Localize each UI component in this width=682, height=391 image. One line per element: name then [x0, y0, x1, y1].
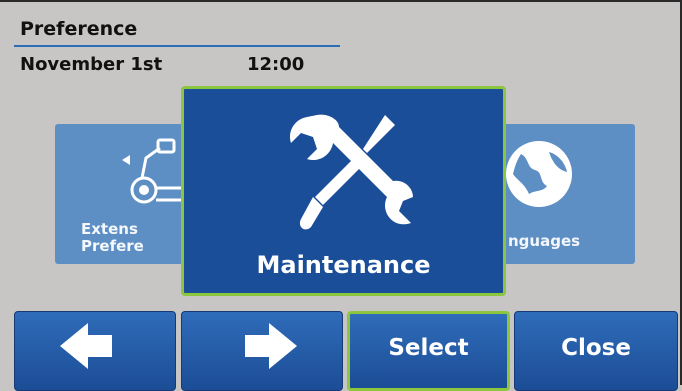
extension-preference-label: Extens Prefere	[81, 221, 144, 255]
arrow-right-icon	[245, 323, 297, 369]
date-label: November 1st	[20, 54, 163, 75]
maintenance-label: Maintenance	[256, 251, 431, 279]
time-label: 12:00	[247, 54, 305, 75]
tile-label-line2: Prefere	[81, 237, 144, 255]
close-button-label: Close	[561, 335, 631, 361]
previous-button[interactable]	[14, 311, 176, 391]
wrench-screwdriver-icon	[289, 114, 413, 230]
tile-label-line1: Extens	[81, 220, 138, 238]
languages-tile[interactable]: nguages	[495, 124, 635, 264]
select-button[interactable]: Select	[347, 311, 510, 391]
close-button[interactable]: Close	[514, 311, 678, 391]
extension-preference-tile[interactable]: Extens Prefere	[55, 124, 195, 264]
top-border	[0, 0, 682, 2]
globe-icon	[506, 141, 572, 207]
page-title: Preference	[20, 18, 138, 40]
languages-label: nguages	[508, 232, 581, 250]
extension-robot-icon	[122, 138, 188, 204]
maintenance-tile[interactable]: Maintenance	[181, 86, 506, 296]
select-button-label: Select	[388, 335, 469, 361]
arrow-left-icon	[60, 323, 112, 369]
next-button[interactable]	[181, 311, 343, 391]
title-underline	[14, 45, 340, 47]
